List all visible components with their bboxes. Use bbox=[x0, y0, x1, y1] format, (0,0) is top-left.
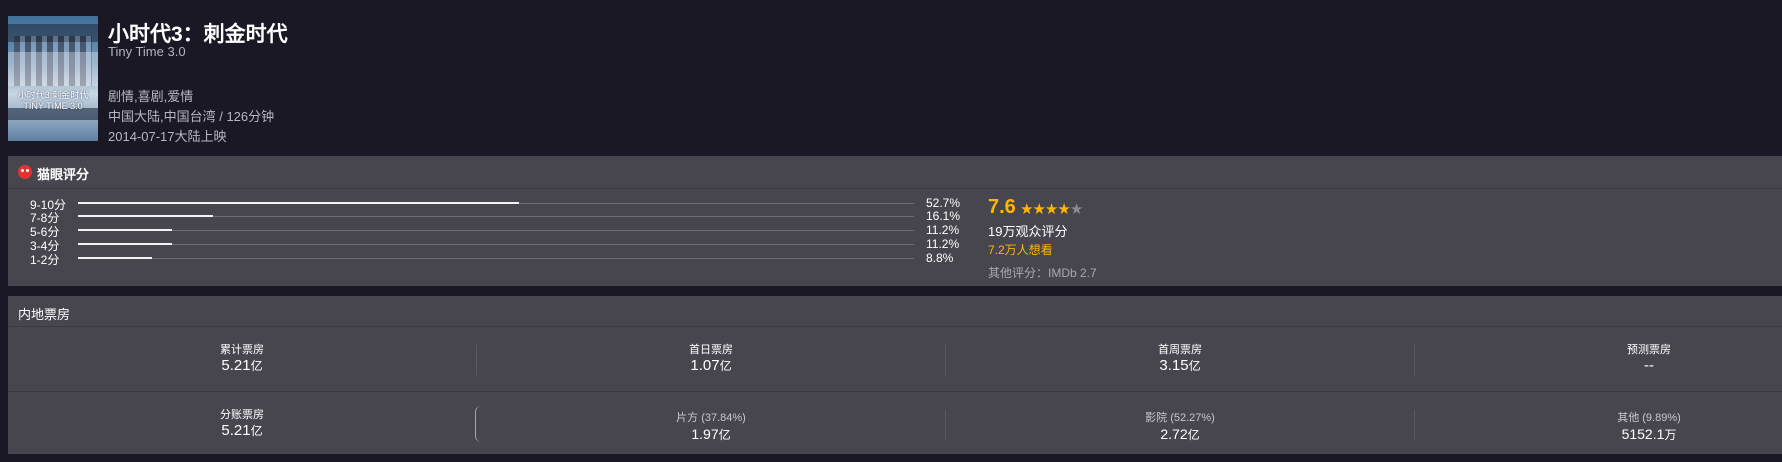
cell-value: 1.97亿 bbox=[477, 426, 945, 443]
star-icon: ★ bbox=[1069, 201, 1083, 218]
rating-percent: 52.7% bbox=[926, 196, 961, 210]
rating-distribution-row: 5-6分 11.2% bbox=[22, 223, 972, 239]
movie-genres: 剧情,喜剧,爱情 bbox=[108, 89, 194, 104]
star-icon: ★ bbox=[1020, 201, 1033, 218]
value-number: 2.72 bbox=[1160, 426, 1188, 442]
rating-bar-track bbox=[78, 243, 914, 245]
cell-value: 1.07亿 bbox=[477, 357, 945, 374]
value-unit: 万 bbox=[1664, 428, 1677, 442]
rating-percent: 11.2% bbox=[926, 237, 960, 251]
value-unit: 亿 bbox=[718, 428, 731, 442]
poster-band bbox=[8, 52, 98, 86]
value-unit: 亿 bbox=[250, 424, 263, 438]
movie-header: 小时代3:刺金时代 TINY TIME 3.0 小时代3：刺金时代 Tiny T… bbox=[0, 0, 1782, 150]
cell-label: 其他 (9.89%) bbox=[1617, 412, 1681, 424]
value-number: 1.07 bbox=[690, 357, 720, 374]
movie-region-duration: 中国大陆,中国台湾 / 126分钟 bbox=[108, 109, 275, 124]
rating-percent: 11.2% bbox=[926, 223, 960, 237]
star-icon: ★ bbox=[1057, 201, 1070, 218]
maoyan-cat-icon bbox=[18, 165, 32, 179]
box-office-row: 分账票房 5.21亿 片方 (37.84%) 1.97亿 影院 (52.27%)… bbox=[8, 391, 1782, 456]
value-number: 3.15 bbox=[1159, 357, 1189, 374]
box-office-cell-first-week: 首周票房 3.15亿 bbox=[946, 327, 1414, 391]
rating-section-label: 猫眼评分 bbox=[37, 167, 90, 182]
cell-label: 分账票房 bbox=[220, 409, 264, 421]
value-unit: 亿 bbox=[250, 359, 263, 373]
rating-panel: 猫眼评分 9-10分 52.7% 7-8分 16.1% 5-6分 11.2% 3… bbox=[8, 156, 1782, 286]
rating-stars: ★★★★★ bbox=[1020, 200, 1083, 218]
cell-value: 5152.1万 bbox=[1415, 426, 1782, 443]
rating-range-label: 1-2分 bbox=[30, 253, 60, 267]
rating-bar-track bbox=[78, 202, 914, 204]
star-icon: ★ bbox=[1044, 201, 1058, 218]
movie-poster[interactable]: 小时代3:刺金时代 TINY TIME 3.0 bbox=[8, 16, 98, 141]
rating-distribution-row: 7-8分 16.1% bbox=[22, 209, 972, 225]
poster-title-text: 小时代3:刺金时代 TINY TIME 3.0 bbox=[17, 90, 89, 111]
rating-distribution-row: 1-2分 8.8% bbox=[22, 251, 972, 267]
cell-label: 影院 (52.27%) bbox=[1145, 412, 1215, 424]
rating-bar-fill bbox=[78, 215, 213, 217]
box-office-cell-cinema: 影院 (52.27%) 2.72亿 bbox=[946, 392, 1414, 456]
value-number: -- bbox=[1644, 357, 1654, 374]
cell-value: 2.72亿 bbox=[946, 426, 1414, 443]
rating-percent: 16.1% bbox=[926, 209, 961, 223]
rating-panel-header: 猫眼评分 bbox=[8, 156, 1782, 189]
value-number: 5.21 bbox=[221, 422, 251, 439]
cell-value: 3.15亿 bbox=[946, 357, 1414, 374]
box-office-cell-other: 其他 (9.89%) 5152.1万 bbox=[1415, 392, 1782, 456]
value-unit: 亿 bbox=[719, 359, 732, 373]
value-number: 5152.1 bbox=[1621, 426, 1665, 442]
movie-english-title: Tiny Time 3.0 bbox=[108, 44, 186, 59]
cell-label: 预测票房 bbox=[1627, 344, 1671, 356]
rater-count: 19万观众评分 bbox=[988, 224, 1068, 239]
value-number: 1.97 bbox=[691, 426, 719, 442]
rating-bar-track bbox=[78, 215, 914, 217]
rating-bar-track bbox=[78, 229, 914, 231]
cell-label: 累计票房 bbox=[220, 344, 264, 356]
other-ratings: 其他评分：IMDb 2.7 bbox=[988, 266, 1097, 280]
star-icon: ★ bbox=[1032, 201, 1045, 218]
cell-value: 5.21亿 bbox=[8, 357, 476, 374]
rating-percent: 8.8% bbox=[926, 251, 954, 265]
cell-label: 首周票房 bbox=[1158, 344, 1202, 356]
box-office-row: 累计票房 5.21亿 首日票房 1.07亿 首周票房 3.15亿 预测票房 -- bbox=[8, 327, 1782, 391]
cell-value: -- bbox=[1415, 357, 1782, 374]
rating-distribution-row: 3-4分 11.2% bbox=[22, 237, 972, 253]
box-office-cell-forecast: 预测票房 -- bbox=[1415, 327, 1782, 391]
rating-bar-fill bbox=[78, 202, 519, 204]
movie-release-date: 2014-07-17大陆上映 bbox=[108, 129, 227, 144]
box-office-cell-total: 累计票房 5.21亿 bbox=[8, 327, 476, 391]
box-office-section-label: 内地票房 bbox=[18, 307, 71, 322]
rating-bar-fill bbox=[78, 229, 172, 231]
cell-label: 首日票房 bbox=[689, 344, 733, 356]
value-number: 5.21 bbox=[221, 357, 251, 374]
rating-bar-fill bbox=[78, 257, 152, 259]
cell-value: 5.21亿 bbox=[8, 422, 476, 439]
box-office-cell-producer: 片方 (37.84%) 1.97亿 bbox=[477, 392, 945, 456]
rating-bar-fill bbox=[78, 243, 172, 245]
cell-label: 片方 (37.84%) bbox=[676, 412, 746, 424]
box-office-cell-split: 分账票房 5.21亿 bbox=[8, 392, 476, 456]
box-office-panel: 内地票房 累计票房 5.21亿 首日票房 1.07亿 首周票房 3.15亿 预测… bbox=[8, 296, 1782, 454]
rating-bar-track bbox=[78, 257, 914, 259]
rating-score: 7.6 bbox=[988, 196, 1016, 218]
value-unit: 亿 bbox=[1187, 428, 1200, 442]
box-office-cell-first-day: 首日票房 1.07亿 bbox=[477, 327, 945, 391]
value-unit: 亿 bbox=[1188, 359, 1201, 373]
box-office-header: 内地票房 bbox=[8, 296, 1782, 327]
want-to-see-count: 7.2万人想看 bbox=[988, 243, 1053, 257]
